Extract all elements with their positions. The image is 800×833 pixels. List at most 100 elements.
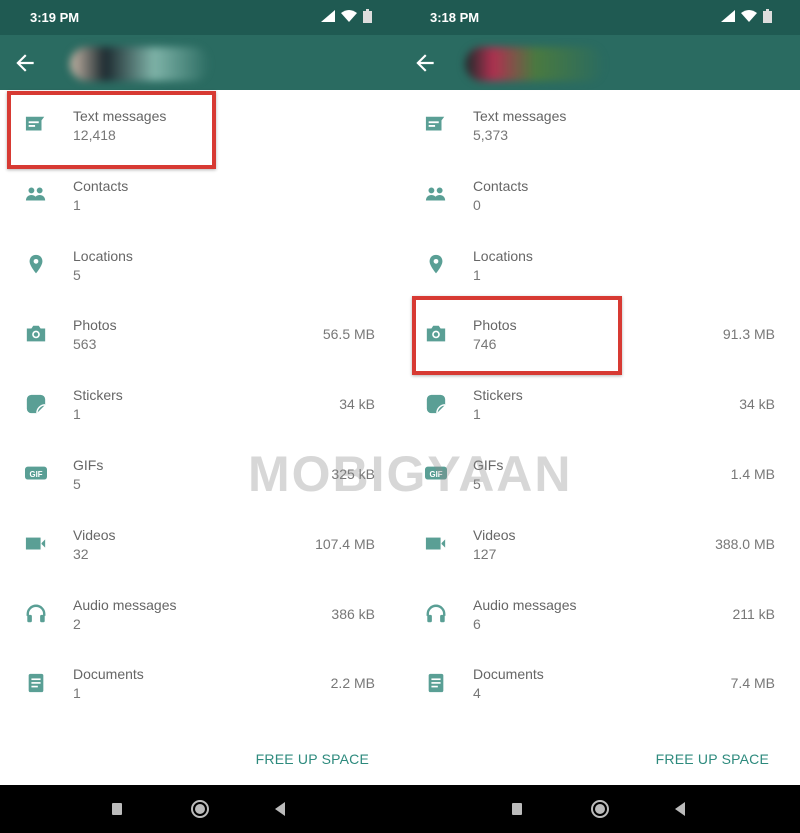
item-label: Stickers xyxy=(473,387,523,404)
item-label: Contacts xyxy=(473,177,529,194)
contacts-icon xyxy=(425,187,446,201)
item-label: Videos xyxy=(473,526,516,543)
sticker-icon xyxy=(426,395,446,414)
status-bar: 3:19 PM xyxy=(0,0,400,35)
battery-icon xyxy=(763,9,772,23)
storage-item-locations[interactable]: Locations 5 xyxy=(0,230,400,300)
recent-apps-button[interactable] xyxy=(512,803,522,815)
signal-icon xyxy=(721,10,735,22)
contacts-icon xyxy=(25,187,46,201)
item-size: 325 kB xyxy=(331,465,375,482)
item-label: Videos xyxy=(73,526,116,543)
storage-item-gifs[interactable]: GIF GIFs 5 1.4 MB xyxy=(400,439,800,509)
item-count: 5,373 xyxy=(473,127,509,143)
item-size: 388.0 MB xyxy=(715,535,775,552)
document-icon xyxy=(428,674,444,693)
headphones-icon xyxy=(26,604,46,622)
storage-item-videos[interactable]: Videos 32 107.4 MB xyxy=(0,509,400,579)
back-button[interactable] xyxy=(675,802,685,816)
contact-avatar-blurred[interactable] xyxy=(465,47,605,81)
svg-text:GIF: GIF xyxy=(30,470,43,479)
storage-item-stickers[interactable]: Stickers 1 34 kB xyxy=(400,369,800,439)
document-icon xyxy=(28,674,44,693)
item-label: Audio messages xyxy=(473,596,577,613)
back-arrow-icon[interactable] xyxy=(412,50,438,76)
item-label: Contacts xyxy=(73,177,129,194)
app-bar xyxy=(400,35,800,90)
highlight-box-text-messages xyxy=(7,91,216,169)
item-count: 1 xyxy=(73,685,81,702)
home-button[interactable] xyxy=(191,800,209,818)
item-count: 4 xyxy=(473,685,481,702)
storage-item-photos[interactable]: Photos 563 56.5 MB xyxy=(0,299,400,369)
item-label: Documents xyxy=(73,666,144,683)
item-size: 34 kB xyxy=(339,396,375,413)
storage-item-locations[interactable]: Locations 1 xyxy=(400,230,800,300)
sticker-icon xyxy=(26,395,46,414)
storage-item-text-messages[interactable]: Text messages 5,373 xyxy=(400,90,800,160)
item-size: 1.4 MB xyxy=(730,465,775,482)
item-size: 34 kB xyxy=(739,396,775,413)
item-label: Locations xyxy=(73,247,133,264)
recent-apps-button[interactable] xyxy=(112,803,122,815)
item-size: 91.3 MB xyxy=(722,326,775,343)
item-count: 1 xyxy=(473,266,481,283)
svg-text:GIF: GIF xyxy=(430,470,443,479)
wifi-icon xyxy=(741,10,757,22)
storage-list: Text messages 5,373 Contacts 0 Locations 1 Pho… xyxy=(400,90,800,718)
storage-item-documents[interactable]: Documents 1 2.2 MB xyxy=(0,648,400,718)
item-label: Stickers xyxy=(73,387,123,404)
item-count: 1 xyxy=(73,406,81,423)
signal-icon xyxy=(321,10,335,22)
item-size: 211 kB xyxy=(732,605,775,622)
item-size: 2.2 MB xyxy=(330,675,375,692)
video-icon xyxy=(25,537,46,550)
gif-icon: GIF xyxy=(425,466,447,480)
item-count: 6 xyxy=(473,615,481,632)
item-count: 32 xyxy=(73,545,89,562)
video-icon xyxy=(425,537,446,550)
status-bar: 3:18 PM xyxy=(400,0,800,35)
free-up-space-button[interactable]: FREE UP SPACE xyxy=(256,751,369,767)
item-size: 7.4 MB xyxy=(730,675,775,692)
storage-item-audio-messages[interactable]: Audio messages 6 211 kB xyxy=(400,579,800,649)
item-count: 1 xyxy=(473,406,481,423)
app-bar xyxy=(0,35,400,90)
back-button[interactable] xyxy=(275,802,285,816)
item-count: 563 xyxy=(73,336,97,353)
item-count: 2 xyxy=(73,615,81,632)
item-label: GIFs xyxy=(473,456,504,473)
storage-item-documents[interactable]: Documents 4 7.4 MB xyxy=(400,648,800,718)
message-icon xyxy=(425,116,445,131)
item-size: 56.5 MB xyxy=(322,326,375,343)
status-time: 3:18 PM xyxy=(430,10,480,25)
location-icon xyxy=(429,254,443,273)
storage-item-audio-messages[interactable]: Audio messages 2 386 kB xyxy=(0,579,400,649)
item-label: Photos xyxy=(73,317,117,334)
item-count: 127 xyxy=(473,545,497,562)
free-up-space-button[interactable]: FREE UP SPACE xyxy=(656,751,769,767)
back-arrow-icon[interactable] xyxy=(12,50,38,76)
contact-avatar-blurred[interactable] xyxy=(70,47,210,81)
status-time: 3:19 PM xyxy=(30,10,80,25)
storage-item-contacts[interactable]: Contacts 0 xyxy=(400,160,800,230)
storage-list: Text messages 12,418 Contacts 1 Locations 5 Ph… xyxy=(0,90,400,718)
item-size: 386 kB xyxy=(331,605,375,622)
item-label: Audio messages xyxy=(73,596,177,613)
headphones-icon xyxy=(426,604,446,622)
storage-item-contacts[interactable]: Contacts 1 xyxy=(0,160,400,230)
item-label: GIFs xyxy=(73,456,104,473)
right-screen: 3:18 PM Text messages 5,373 Contacts 0 Locat… xyxy=(400,0,800,785)
item-size: 107.4 MB xyxy=(315,535,375,552)
item-label: Text messages xyxy=(473,108,567,124)
storage-item-stickers[interactable]: Stickers 1 34 kB xyxy=(0,369,400,439)
home-button[interactable] xyxy=(591,800,609,818)
item-label: Documents xyxy=(473,666,544,683)
item-count: 0 xyxy=(473,196,481,213)
navigation-bar xyxy=(0,785,800,833)
battery-icon xyxy=(363,9,372,23)
storage-item-videos[interactable]: Videos 127 388.0 MB xyxy=(400,509,800,579)
item-count: 5 xyxy=(473,475,481,492)
storage-item-gifs[interactable]: GIF GIFs 5 325 kB xyxy=(0,439,400,509)
camera-icon xyxy=(26,326,46,342)
